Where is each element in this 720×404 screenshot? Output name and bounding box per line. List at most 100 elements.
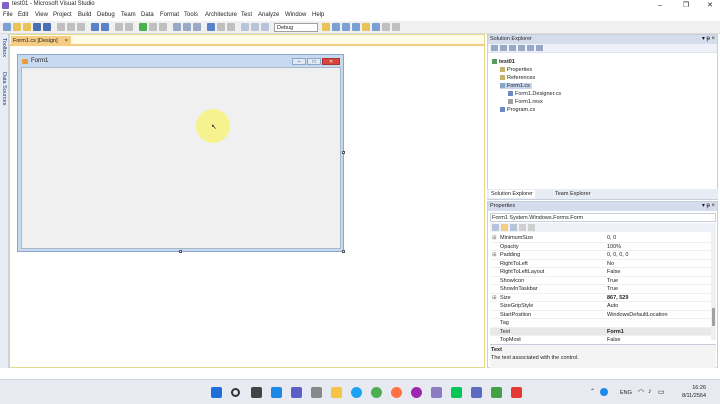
app-icon-red[interactable]: [511, 387, 522, 398]
open-file-icon[interactable]: [13, 23, 21, 31]
navigate-back-icon[interactable]: [115, 23, 123, 31]
object-browser-icon[interactable]: [352, 23, 360, 31]
copy-icon[interactable]: [67, 23, 75, 31]
undo-icon[interactable]: [91, 23, 99, 31]
property-value[interactable]: 867, 529: [607, 294, 628, 303]
teams-chat-icon[interactable]: [291, 387, 302, 398]
format-icon[interactable]: [251, 23, 259, 31]
start-icon[interactable]: [211, 387, 222, 398]
menu-file[interactable]: File: [3, 12, 13, 18]
tab-team-explorer[interactable]: Team Explorer: [553, 190, 592, 198]
solution-configuration-select[interactable]: Debug: [274, 23, 318, 32]
redo-icon[interactable]: [101, 23, 109, 31]
resize-handle-right[interactable]: [342, 151, 345, 154]
expand-icon[interactable]: ⊞: [492, 234, 497, 243]
property-value[interactable]: 0, 0: [607, 234, 616, 243]
form-client-area[interactable]: [21, 67, 341, 249]
step-into-icon[interactable]: [173, 23, 181, 31]
resize-handle-corner[interactable]: [342, 250, 345, 253]
view-designer-icon[interactable]: [527, 45, 534, 51]
menu-format[interactable]: Format: [160, 12, 179, 18]
tree-item-project[interactable]: test01: [492, 59, 515, 65]
wifi-icon[interactable]: ◠: [638, 388, 644, 396]
tray-app-icon[interactable]: [600, 388, 608, 396]
options-icon[interactable]: [392, 23, 400, 31]
panel-pin-controls[interactable]: ▾ ᵽ ×: [702, 35, 715, 44]
find-in-files-icon[interactable]: [322, 23, 330, 31]
document-tab-form1-design[interactable]: Form1.cs [Design] ×: [11, 36, 71, 46]
step-over-icon[interactable]: [183, 23, 191, 31]
property-row[interactable]: ShowInTaskbar True: [490, 285, 714, 294]
menu-data[interactable]: Data: [141, 12, 154, 18]
language-indicator[interactable]: ENG: [620, 390, 632, 396]
property-value[interactable]: WindowsDefaultLocation: [607, 311, 668, 320]
pause-icon[interactable]: [149, 23, 157, 31]
property-row[interactable]: RightToLeft No: [490, 260, 714, 268]
start-page-icon[interactable]: [372, 23, 380, 31]
menu-project[interactable]: Project: [53, 12, 72, 18]
file-explorer-icon[interactable]: [331, 387, 342, 398]
tree-item-properties[interactable]: Properties: [500, 67, 532, 73]
layout-icon[interactable]: [261, 23, 269, 31]
paste-icon[interactable]: [77, 23, 85, 31]
line-icon[interactable]: [451, 387, 462, 398]
uncomment-icon[interactable]: [227, 23, 235, 31]
edge-icon[interactable]: [351, 387, 362, 398]
properties-window-icon[interactable]: [342, 23, 350, 31]
save-icon[interactable]: [33, 23, 41, 31]
property-row[interactable]: RightToLeftLayout False: [490, 268, 714, 277]
tree-item-form1-cs[interactable]: Form1.cs: [500, 83, 532, 89]
firefox-icon[interactable]: [391, 387, 402, 398]
cut-icon[interactable]: [57, 23, 65, 31]
property-row[interactable]: ⊞ Size 867, 529: [490, 294, 714, 303]
property-row[interactable]: Tag: [490, 319, 714, 328]
search-icon[interactable]: [231, 388, 240, 397]
property-row[interactable]: Text Form1: [490, 327, 714, 337]
menu-view[interactable]: View: [35, 12, 48, 18]
save-all-icon[interactable]: [43, 23, 51, 31]
property-row[interactable]: ⊞ Padding 0, 0, 0, 0: [490, 251, 714, 260]
solution-explorer-icon[interactable]: [332, 23, 340, 31]
menu-test[interactable]: Test: [241, 12, 252, 18]
step-out-icon[interactable]: [193, 23, 201, 31]
data-sources-tab[interactable]: Data Sources: [1, 72, 7, 105]
properties-icon[interactable]: [491, 45, 498, 51]
property-row[interactable]: TopMost False: [490, 336, 714, 344]
close-button[interactable]: ✕: [698, 0, 720, 11]
scrollbar-thumb[interactable]: [712, 308, 715, 326]
clock[interactable]: 16:26 8/11/2564: [672, 384, 706, 400]
stop-icon[interactable]: [159, 23, 167, 31]
class-diagram-icon[interactable]: [536, 45, 543, 51]
app-icon[interactable]: [431, 387, 442, 398]
menu-architecture[interactable]: Architecture: [205, 12, 237, 18]
resize-handle-bottom[interactable]: [179, 250, 182, 253]
property-value[interactable]: False: [607, 268, 620, 277]
volume-icon[interactable]: ♪: [648, 388, 652, 395]
comment-icon[interactable]: [217, 23, 225, 31]
app-icon-green[interactable]: [491, 387, 502, 398]
form1-design-window[interactable]: Form1 – □ ✕: [17, 54, 344, 252]
tree-item-references[interactable]: References: [500, 75, 535, 81]
property-value[interactable]: False: [607, 336, 620, 344]
settings-icon[interactable]: [311, 387, 322, 398]
messenger-icon[interactable]: [411, 387, 422, 398]
extensions-icon[interactable]: [382, 23, 390, 31]
menu-help[interactable]: Help: [312, 12, 324, 18]
align-icon[interactable]: [241, 23, 249, 31]
menu-window[interactable]: Window: [285, 12, 306, 18]
start-debugging-icon[interactable]: [139, 23, 147, 31]
refresh-icon[interactable]: [509, 45, 516, 51]
menu-tools[interactable]: Tools: [184, 12, 198, 18]
tree-item-form1-designer[interactable]: Form1.Designer.cs: [508, 91, 561, 97]
menu-build[interactable]: Build: [78, 12, 91, 18]
battery-icon[interactable]: ▭: [658, 388, 665, 396]
view-code-icon[interactable]: [518, 45, 525, 51]
property-row[interactable]: ShowIcon True: [490, 277, 714, 286]
property-value[interactable]: 0, 0, 0, 0: [607, 251, 628, 260]
property-value[interactable]: True: [607, 277, 618, 286]
toolbox-tab[interactable]: Toolbox: [1, 38, 7, 57]
tree-item-form1-resx[interactable]: Form1.resx: [508, 99, 543, 105]
property-row[interactable]: SizeGripStyle Auto: [490, 302, 714, 311]
visual-studio-taskbar-icon[interactable]: [471, 387, 482, 398]
property-value[interactable]: Form1: [607, 328, 624, 337]
